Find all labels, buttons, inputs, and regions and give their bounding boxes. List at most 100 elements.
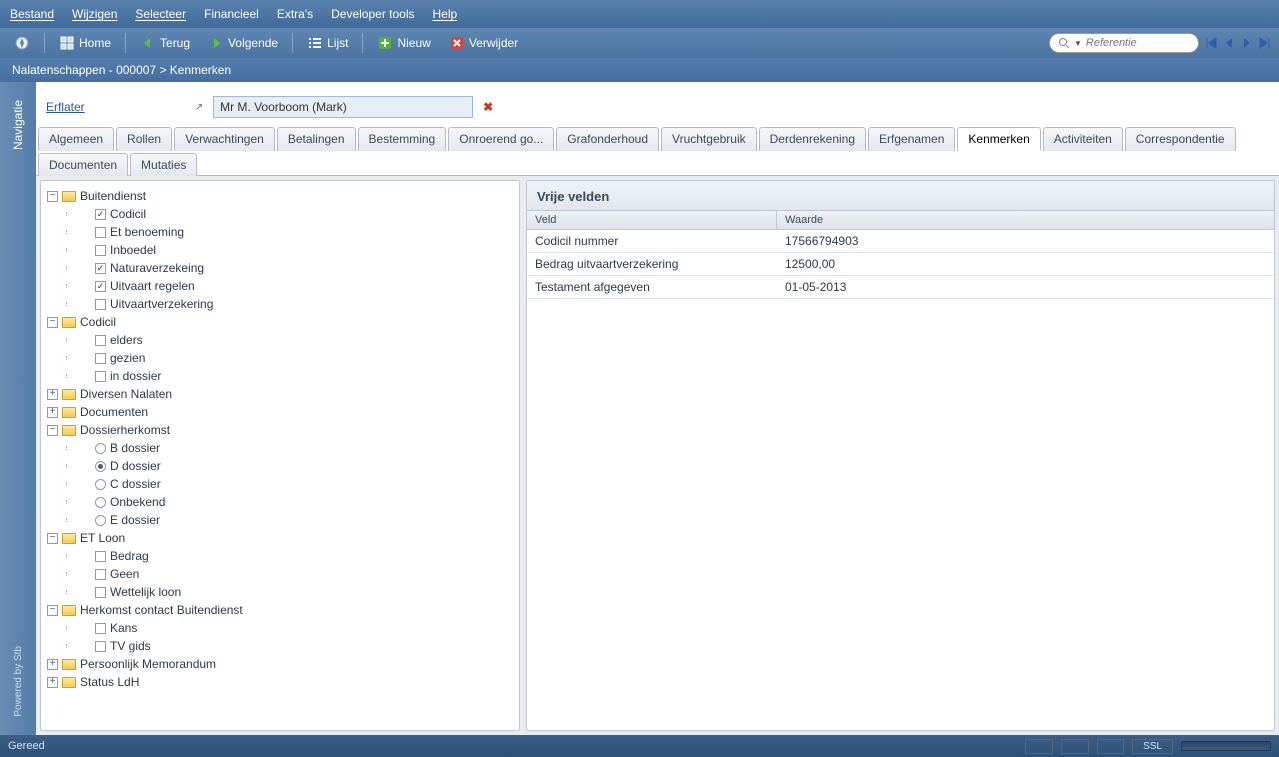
- tab-betalingen[interactable]: Betalingen: [277, 127, 356, 151]
- tab-algemeen[interactable]: Algemeen: [38, 127, 114, 151]
- side-tab-navigatie[interactable]: Navigatie: [11, 92, 25, 158]
- tree-folder-dossierherkomst[interactable]: −Dossierherkomst: [45, 421, 515, 439]
- menu-selecteer[interactable]: Selecteer: [135, 7, 186, 21]
- collapse-icon[interactable]: −: [47, 425, 58, 436]
- back-button[interactable]: Terug: [132, 32, 198, 54]
- dropdown-arrow-icon[interactable]: ▼: [1074, 39, 1082, 48]
- tree-leaf-gezien[interactable]: gezien: [59, 349, 515, 367]
- expand-icon[interactable]: +: [47, 677, 58, 688]
- tree-folder-buitendienst[interactable]: −Buitendienst: [45, 187, 515, 205]
- checkbox-icon[interactable]: [95, 245, 106, 256]
- checkbox-icon[interactable]: [95, 353, 106, 364]
- expand-icon[interactable]: +: [47, 407, 58, 418]
- tree-leaf-naturaverzekeing[interactable]: ✓Naturaverzekeing: [59, 259, 515, 277]
- checkbox-icon[interactable]: [95, 623, 106, 634]
- checkbox-icon[interactable]: [95, 299, 106, 310]
- tab-bestemming[interactable]: Bestemming: [358, 127, 447, 151]
- tab-documenten[interactable]: Documenten: [38, 153, 128, 176]
- checkbox-icon[interactable]: ✓: [95, 209, 106, 220]
- checkbox-icon[interactable]: [95, 587, 106, 598]
- erflater-link[interactable]: Erflater: [46, 100, 85, 114]
- tree-leaf-b-dossier[interactable]: B dossier: [59, 439, 515, 457]
- tab-kenmerken[interactable]: Kenmerken: [957, 127, 1040, 151]
- home-button[interactable]: Home: [51, 32, 119, 54]
- tree-leaf-tv-gids[interactable]: TV gids: [59, 637, 515, 655]
- checkbox-icon[interactable]: ✓: [95, 281, 106, 292]
- menu-help[interactable]: Help: [433, 7, 458, 21]
- checkbox-icon[interactable]: [95, 371, 106, 382]
- search-box[interactable]: ▼: [1049, 33, 1199, 53]
- collapse-icon[interactable]: −: [47, 533, 58, 544]
- tab-activiteiten[interactable]: Activiteiten: [1043, 127, 1123, 151]
- clear-icon[interactable]: ✖: [483, 100, 493, 114]
- radio-icon[interactable]: [95, 497, 106, 508]
- tree-folder-herkomst[interactable]: −Herkomst contact Buitendienst: [45, 601, 515, 619]
- tab-erfgenamen[interactable]: Erfgenamen: [868, 127, 955, 151]
- collapse-icon[interactable]: −: [47, 317, 58, 328]
- radio-icon[interactable]: [95, 479, 106, 490]
- radio-icon[interactable]: [95, 443, 106, 454]
- new-button[interactable]: Nieuw: [369, 32, 438, 54]
- tree-folder-documenten[interactable]: +Documenten: [45, 403, 515, 421]
- tree-leaf-in-dossier[interactable]: in dossier: [59, 367, 515, 385]
- checkbox-icon[interactable]: [95, 227, 106, 238]
- tree-leaf-codicil[interactable]: ✓Codicil: [59, 205, 515, 223]
- nav-next-button[interactable]: [1239, 35, 1255, 51]
- tab-verwachtingen[interactable]: Verwachtingen: [174, 127, 275, 151]
- forward-button[interactable]: Volgende: [200, 32, 286, 54]
- collapse-icon[interactable]: −: [47, 605, 58, 616]
- tab-mutaties[interactable]: Mutaties: [130, 153, 197, 176]
- grid-row[interactable]: Testament afgegeven01-05-2013: [527, 276, 1274, 299]
- tree-folder-status[interactable]: +Status LdH: [45, 673, 515, 691]
- grid-row[interactable]: Bedrag uitvaartverzekering12500,00: [527, 253, 1274, 276]
- tab-rollen[interactable]: Rollen: [116, 127, 172, 151]
- tab-onroerend-go-[interactable]: Onroerend go...: [448, 127, 554, 151]
- tab-correspondentie[interactable]: Correspondentie: [1125, 127, 1236, 151]
- tree-leaf-onbekend[interactable]: Onbekend: [59, 493, 515, 511]
- delete-button[interactable]: Verwijder: [441, 32, 526, 54]
- menu-financieel[interactable]: Financieel: [204, 7, 259, 21]
- tree-leaf-e-dossier[interactable]: E dossier: [59, 511, 515, 529]
- tree-leaf-inboedel[interactable]: Inboedel: [59, 241, 515, 259]
- tab-derdenrekening[interactable]: Derdenrekening: [759, 127, 866, 151]
- checkbox-icon[interactable]: [95, 335, 106, 346]
- menu-extras[interactable]: Extra's: [277, 7, 313, 21]
- tab-vruchtgebruik[interactable]: Vruchtgebruik: [661, 127, 757, 151]
- menu-developer[interactable]: Developer tools: [331, 7, 414, 21]
- tree-folder-memorandum[interactable]: +Persoonlijk Memorandum: [45, 655, 515, 673]
- expand-icon[interactable]: +: [47, 659, 58, 670]
- radio-icon[interactable]: [95, 461, 106, 472]
- search-input[interactable]: [1086, 37, 1190, 49]
- radio-icon[interactable]: [95, 515, 106, 526]
- tree-leaf-bedrag[interactable]: Bedrag: [59, 547, 515, 565]
- checkbox-icon[interactable]: [95, 641, 106, 652]
- nav-first-button[interactable]: [1203, 35, 1219, 51]
- tree-leaf-elders[interactable]: elders: [59, 331, 515, 349]
- tree-leaf-uitvaart-regelen[interactable]: ✓Uitvaart regelen: [59, 277, 515, 295]
- compass-button[interactable]: [6, 32, 38, 54]
- tree-leaf-geen[interactable]: Geen: [59, 565, 515, 583]
- link-icon[interactable]: ↗: [195, 102, 203, 113]
- checkbox-icon[interactable]: ✓: [95, 263, 106, 274]
- tree-folder-etloon[interactable]: −ET Loon: [45, 529, 515, 547]
- tab-grafonderhoud[interactable]: Grafonderhoud: [556, 127, 659, 151]
- nav-prev-button[interactable]: [1221, 35, 1237, 51]
- erflater-input[interactable]: [213, 96, 473, 118]
- expand-icon[interactable]: +: [47, 389, 58, 400]
- checkbox-icon[interactable]: [95, 569, 106, 580]
- tree-leaf-et-benoeming[interactable]: Et benoeming: [59, 223, 515, 241]
- tree-leaf-wettelijk-loon[interactable]: Wettelijk loon: [59, 583, 515, 601]
- collapse-icon[interactable]: −: [47, 191, 58, 202]
- grid-col-waarde[interactable]: Waarde: [777, 211, 1274, 229]
- tree-leaf-c-dossier[interactable]: C dossier: [59, 475, 515, 493]
- tree-folder-codicil[interactable]: −Codicil: [45, 313, 515, 331]
- tree-leaf-uitvaartverzekering[interactable]: Uitvaartverzekering: [59, 295, 515, 313]
- checkbox-icon[interactable]: [95, 551, 106, 562]
- grid-col-veld[interactable]: Veld: [527, 211, 777, 229]
- tree-leaf-d-dossier[interactable]: D dossier: [59, 457, 515, 475]
- menu-wijzigen[interactable]: Wijzigen: [72, 7, 117, 21]
- tree-leaf-kans[interactable]: Kans: [59, 619, 515, 637]
- tree-folder-diversen[interactable]: +Diversen Nalaten: [45, 385, 515, 403]
- list-button[interactable]: Lijst: [299, 32, 356, 54]
- menu-bestand[interactable]: Bestand: [10, 7, 54, 21]
